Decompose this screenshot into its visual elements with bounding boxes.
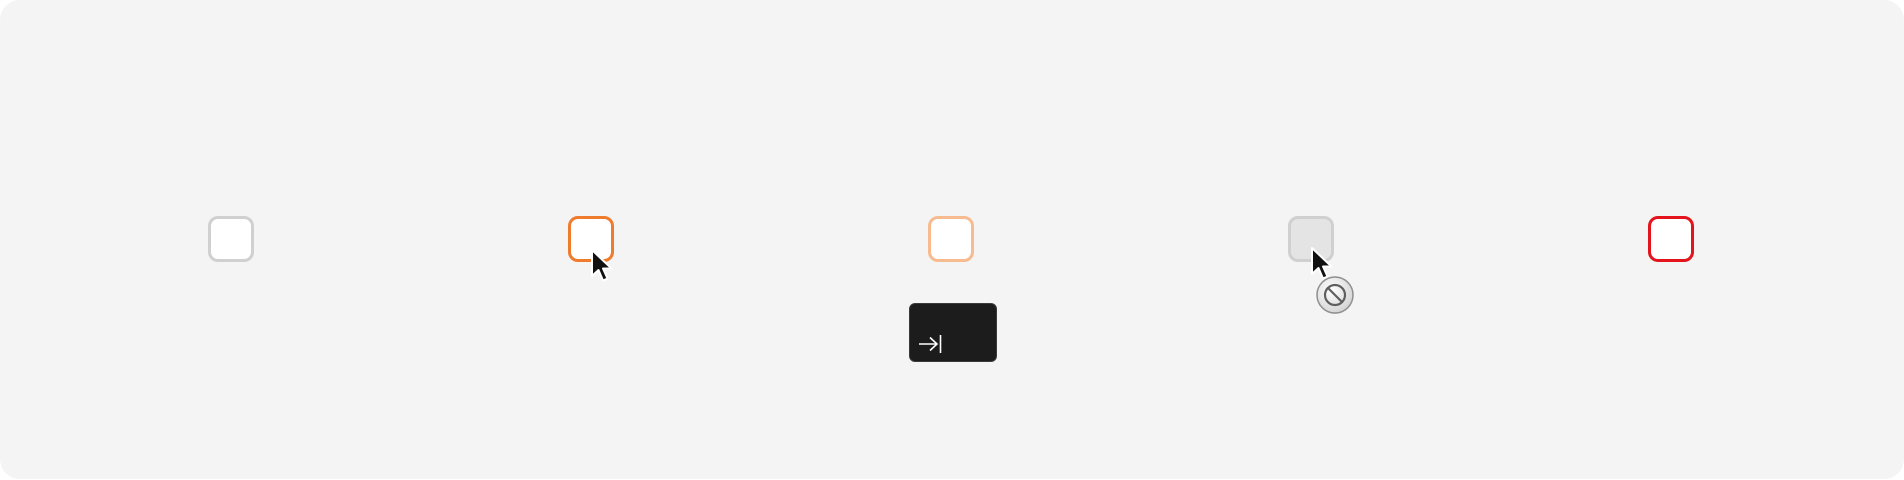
not-allowed-icon (1316, 276, 1354, 314)
checkbox-default[interactable] (208, 216, 254, 262)
tab-key (909, 303, 997, 362)
checkbox-focus[interactable] (928, 216, 974, 262)
tab-key-icon (919, 335, 942, 353)
arrow-pointer-icon (591, 249, 613, 282)
checkbox-error[interactable] (1648, 216, 1694, 262)
canvas (0, 0, 1904, 479)
